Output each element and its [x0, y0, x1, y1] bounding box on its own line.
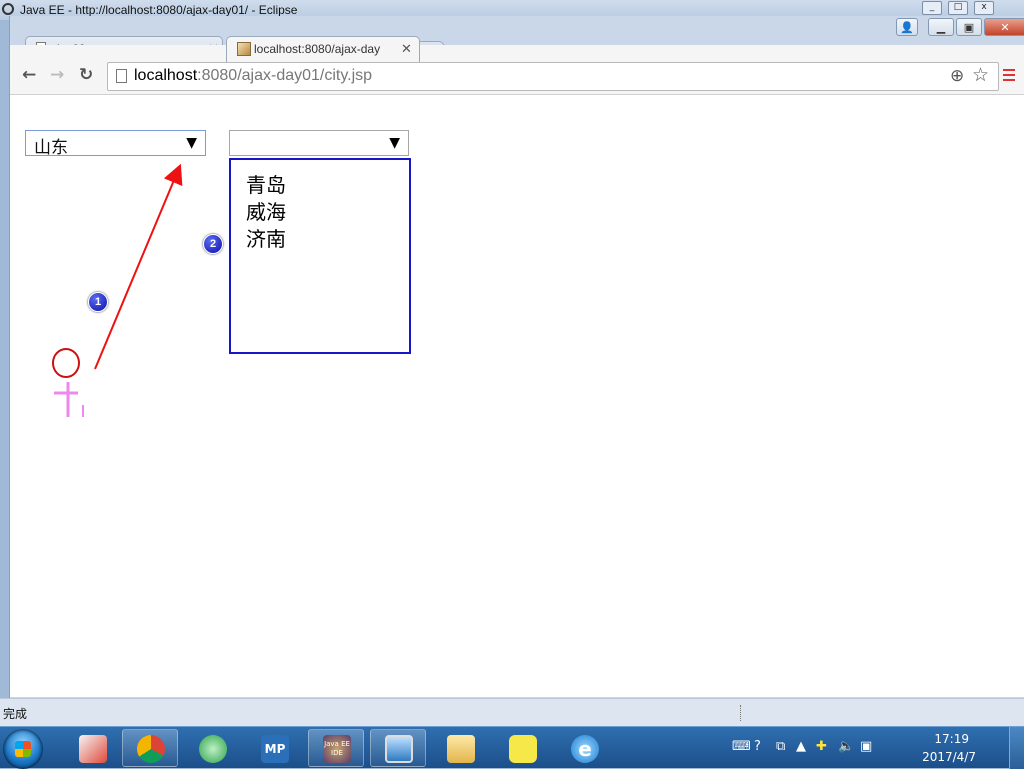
mp-icon: MP: [261, 735, 289, 763]
ie-icon: e: [571, 735, 599, 763]
tab-close-icon[interactable]: ✕: [401, 41, 412, 57]
clock-date[interactable]: 2017/4/7: [922, 750, 976, 764]
status-text: 完成: [3, 707, 28, 721]
notes-icon: [79, 735, 107, 763]
keyboard-icon[interactable]: ⌨: [732, 739, 751, 754]
page-content: 山东 ▼ ▼ 青岛 威海 济南 1 2: [10, 95, 1024, 697]
eclipse-restore-button[interactable]: □: [948, 1, 968, 15]
taskbar-app-eclipse[interactable]: Java EE IDE: [308, 729, 364, 767]
close-window-button[interactable]: ✕: [984, 18, 1024, 36]
smile-icon: [509, 735, 537, 763]
profile-button[interactable]: 👤: [896, 18, 918, 36]
windows-taskbar: MP Java EE IDE e ⌨ ? ⧉ ▲ ✚ 🔈 ▣ 17:19 2017…: [0, 726, 1024, 769]
status-divider: [740, 705, 741, 721]
eclipse-icon: [2, 3, 14, 15]
folder-icon: [447, 735, 475, 763]
vine-icon: [199, 735, 227, 763]
step-badge-1: 1: [88, 292, 108, 312]
taskbar-app-notes[interactable]: [64, 729, 120, 767]
plus-icon[interactable]: ✚: [816, 739, 827, 754]
annotation-arrow: [94, 163, 183, 370]
eclipse-minimize-button[interactable]: _: [922, 1, 942, 15]
browser-toolbar: ← → ↻ localhost:8080/ajax-day01/city.jsp…: [10, 45, 1024, 95]
show-hidden-icons[interactable]: ▲: [796, 739, 806, 754]
maximize-button[interactable]: ▣: [956, 18, 982, 36]
url-host: localhost: [134, 67, 198, 84]
page-info-icon[interactable]: [116, 69, 127, 83]
back-icon[interactable]: ←: [22, 65, 36, 85]
eclipse-close-button[interactable]: x: [974, 1, 994, 15]
address-bar[interactable]: localhost:8080/ajax-day01/city.jsp ⊕ ☆: [107, 62, 999, 91]
forward-icon[interactable]: →: [50, 65, 64, 85]
start-button[interactable]: [3, 729, 43, 769]
eclipse-status-bar: 完成: [0, 698, 1024, 726]
taskbar-app-mp[interactable]: MP: [246, 729, 302, 767]
step-badge-2: 2: [203, 234, 223, 254]
reload-icon[interactable]: ↻: [79, 65, 93, 85]
clock-time[interactable]: 17:19: [934, 732, 969, 746]
chrome-menu-icon[interactable]: [1003, 69, 1015, 84]
cursor-marker-circle: [52, 348, 80, 378]
taskbar-app-chrome[interactable]: [122, 729, 178, 767]
minimize-button[interactable]: ▁: [928, 18, 954, 36]
restore-icon[interactable]: ⧉: [776, 739, 785, 754]
bookmark-star-icon[interactable]: ☆: [972, 64, 989, 86]
show-desktop-button[interactable]: [1009, 727, 1024, 769]
help-icon[interactable]: ?: [754, 739, 761, 754]
tab-label: localhost:8080/ajax-day: [254, 42, 381, 56]
taskbar-app-smile[interactable]: [494, 729, 550, 767]
taskbar-app-vine[interactable]: [184, 729, 240, 767]
url-path: :8080/ajax-day01/city.jsp: [197, 67, 373, 84]
url-text: localhost:8080/ajax-day01/city.jsp: [134, 67, 372, 85]
favicon-icon: [237, 42, 251, 56]
annotation-layer: [52, 163, 183, 417]
chrome-icon: [137, 735, 165, 763]
taskbar-app-ie[interactable]: e: [556, 729, 612, 767]
image-viewer-icon: [385, 735, 413, 763]
windows-logo-icon: [15, 741, 31, 757]
eclipse-title: Java EE - http://localhost:8080/ajax-day…: [20, 3, 298, 17]
tab-city-jsp[interactable]: localhost:8080/ajax-day ✕: [226, 36, 420, 62]
taskbar-app-explorer[interactable]: [432, 729, 488, 767]
network-icon[interactable]: ▣: [860, 739, 872, 754]
zoom-icon[interactable]: ⊕: [950, 66, 964, 86]
volume-icon[interactable]: 🔈: [838, 739, 854, 754]
taskbar-app-image-viewer[interactable]: [370, 729, 426, 767]
java-ee-ide-icon: Java EE IDE: [323, 735, 351, 763]
